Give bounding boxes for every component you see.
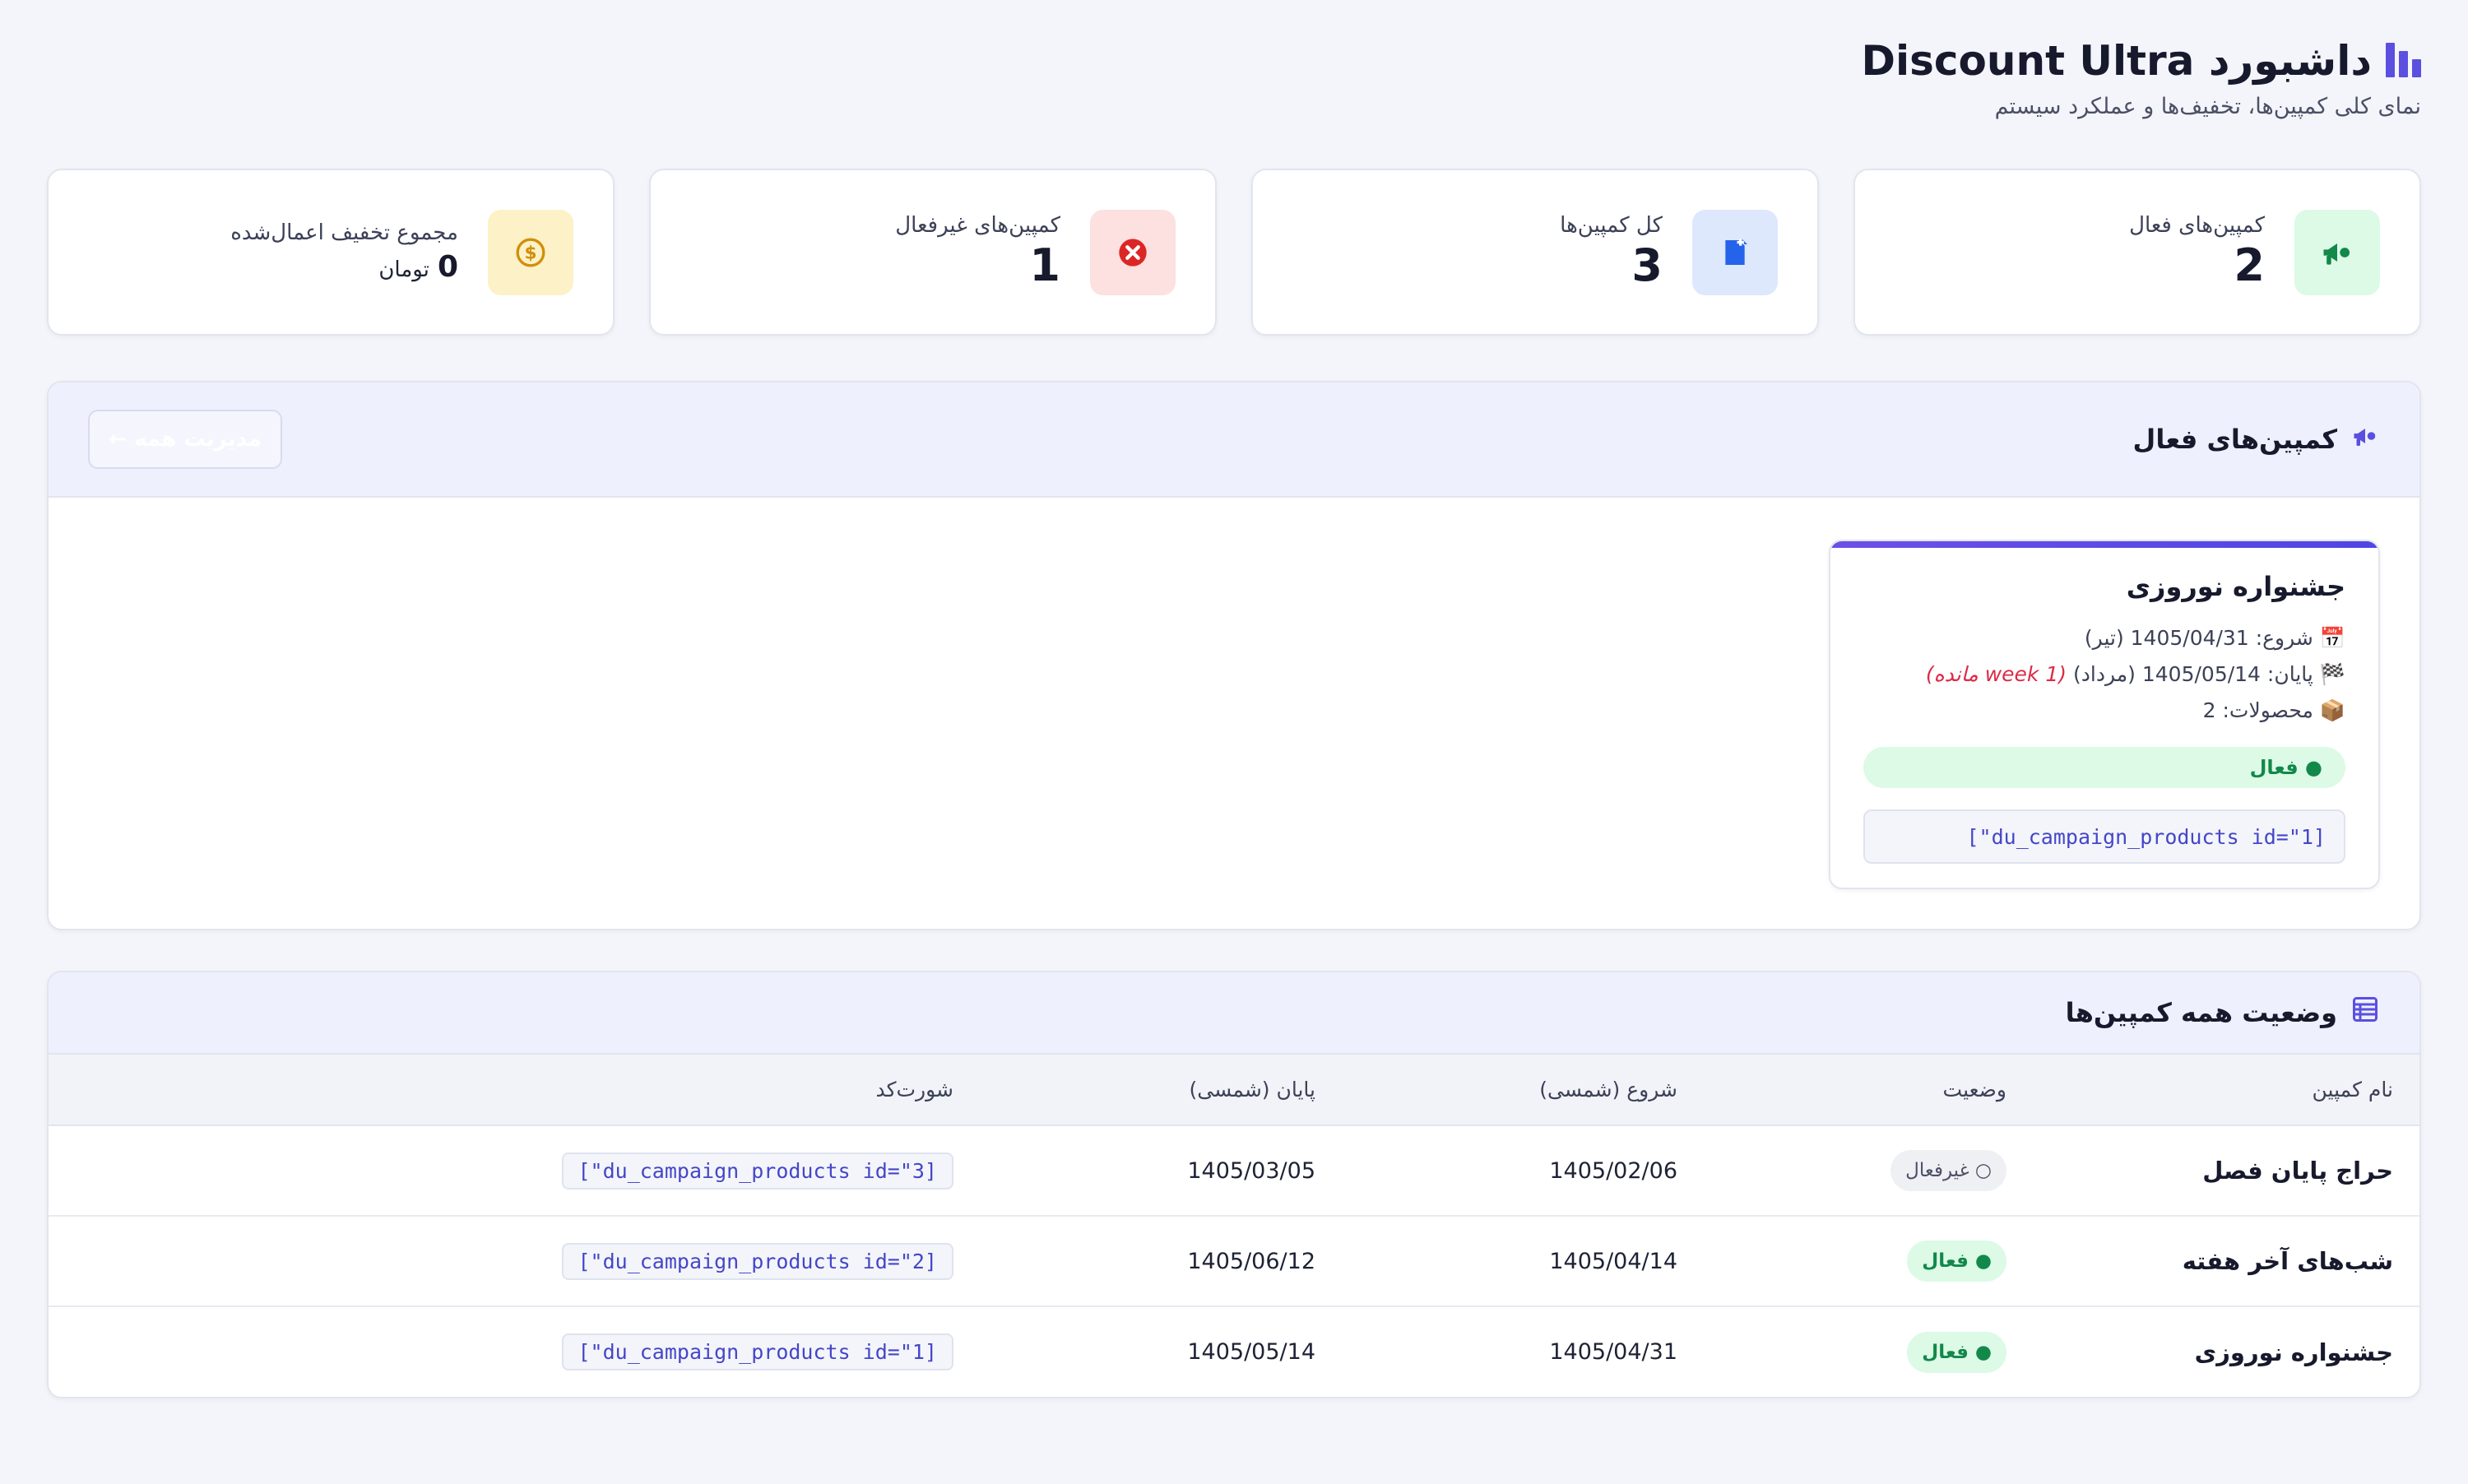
shortcode[interactable]: ["du_campaign_products id="2] [561, 1242, 953, 1280]
stat-card-inactive-campaigns: کمپین‌های غیرفعال 1 [649, 169, 1217, 336]
status-badge: ○ غیرفعال [1890, 1150, 2006, 1191]
start-date-cell: 1405/04/14 [1342, 1216, 1704, 1307]
campaign-start: 📅 شروع: 1405/04/31 (تیر) [1863, 620, 2345, 656]
card-accent-bar [1830, 541, 2378, 548]
column-header: شروع (شمسی) [1342, 1055, 1704, 1126]
svg-text:$: $ [524, 243, 536, 263]
campaign-name-cell: شب‌های آخر هفته [2033, 1216, 2419, 1307]
section-title: کمپین‌های فعال [2132, 424, 2337, 455]
shortcode-cell: ["du_campaign_products id="2] [49, 1216, 980, 1307]
section-title: وضعیت همه کمپین‌ها [2065, 997, 2337, 1028]
status-cell: ○ غیرفعال [1704, 1125, 2033, 1217]
shortcode-cell: ["du_campaign_products id="3] [49, 1125, 980, 1217]
close-circle-icon [1090, 209, 1176, 295]
page-subtitle: نمای کلی کمپین‌ها، تخفیف‌ها و عملکرد سیس… [1994, 94, 2421, 119]
stat-value: 0 [437, 250, 458, 284]
all-campaigns-panel: وضعیت همه کمپین‌ها نام کمپین وضعیت شروع … [47, 971, 2421, 1398]
stat-label: کل کمپین‌ها [1560, 212, 1663, 238]
campaign-end: 🏁 پایان: 1405/05/14 (مرداد) (1 week ماند… [1863, 656, 2345, 693]
dashboard-page: داشبورد Discount Ultra نمای کلی کمپین‌ها… [0, 0, 2468, 1484]
stat-label: کمپین‌های غیرفعال [895, 212, 1060, 238]
column-header: پایان (شمسی) [980, 1055, 1342, 1126]
campaigns-table: نام کمپین وضعیت شروع (شمسی) پایان (شمسی)… [49, 1055, 2419, 1397]
start-date-cell: 1405/02/06 [1342, 1125, 1704, 1217]
checkered-flag-icon: 🏁 [2319, 662, 2345, 686]
status-badge: ● فعال [1907, 1241, 2006, 1282]
column-header: شورت‌کد [49, 1055, 980, 1126]
stats-row: کمپین‌های فعال 2 کل کمپین‌ها 3 کمپین‌های… [47, 169, 2421, 336]
stat-label: مجموع تخفیف اعمال‌شده [230, 220, 458, 245]
column-header: نام کمپین [2033, 1055, 2419, 1126]
megaphone-icon [2350, 421, 2380, 457]
stat-value: 1 [1029, 239, 1060, 291]
shortcode[interactable]: ["du_campaign_products id="1] [561, 1333, 953, 1370]
table-row[interactable]: شب‌های آخر هفته ● فعال 1405/04/14 1405/0… [49, 1216, 2419, 1307]
stat-card-active-campaigns: کمپین‌های فعال 2 [1853, 169, 2421, 336]
column-header: وضعیت [1704, 1055, 2033, 1126]
start-date-cell: 1405/04/31 [1549, 1339, 1677, 1365]
status-cell: ● فعال [1704, 1216, 2033, 1307]
page-header: داشبورد Discount Ultra نمای کلی کمپین‌ها… [1861, 36, 2421, 119]
status-badge: ● فعال [1907, 1331, 2006, 1373]
campaign-products: 📦 محصولات: 2 [1863, 693, 2345, 729]
stat-card-total-campaigns: کل کمپین‌ها 3 [1251, 169, 1819, 336]
active-campaigns-panel: کمپین‌های فعال مدیریت همه ← جشنواره نورو… [47, 381, 2421, 930]
page-title: داشبورد Discount Ultra [1861, 37, 2372, 85]
document-icon [1692, 209, 1778, 295]
manage-all-button[interactable]: مدیریت همه ← [88, 410, 282, 469]
megaphone-icon [2294, 209, 2380, 295]
shortcode-box[interactable]: ["du_campaign_products id="1] [1863, 809, 2345, 864]
status-cell: ● فعال [1704, 1306, 2033, 1397]
table-list-icon [2350, 995, 2380, 1031]
end-date-cell: 1405/06/12 [980, 1216, 1342, 1307]
remaining-time: (1 week مانده) [1925, 662, 2067, 686]
stat-unit: تومان [378, 257, 429, 282]
table-row[interactable]: حراج پایان فصل ○ غیرفعال 1405/02/06 1405… [49, 1125, 2419, 1217]
campaign-name-cell: جشنواره نوروزی [2194, 1338, 2393, 1366]
package-icon: 📦 [2319, 698, 2345, 722]
dollar-coin-icon: $ [488, 209, 573, 295]
bar-chart-icon [2385, 43, 2421, 79]
campaign-name-cell: حراج پایان فصل [2033, 1125, 2419, 1217]
shortcode-cell: ["du_campaign_products id="1] [49, 1306, 980, 1397]
stat-card-total-discount: $ مجموع تخفیف اعمال‌شده 0 تومان [47, 169, 615, 336]
campaign-name: جشنواره نوروزی [2126, 571, 2345, 602]
panel-header: وضعیت همه کمپین‌ها [49, 972, 2419, 1055]
stat-value: 2 [2234, 239, 2265, 291]
end-date-cell: 1405/05/14 [1187, 1339, 1315, 1365]
campaign-card[interactable]: جشنواره نوروزی 📅 شروع: 1405/04/31 (تیر) … [1829, 540, 2380, 889]
table-row[interactable]: جشنواره نوروزی ● فعال 1405/04/31 1405/05… [49, 1306, 2419, 1397]
end-date-cell: 1405/03/05 [980, 1125, 1342, 1217]
stat-label: کمپین‌های فعال [2129, 212, 2265, 238]
table-header-row: نام کمپین وضعیت شروع (شمسی) پایان (شمسی)… [49, 1055, 2419, 1126]
panel-header: کمپین‌های فعال مدیریت همه ← [49, 383, 2419, 498]
shortcode[interactable]: ["du_campaign_products id="3] [561, 1152, 953, 1190]
stat-value: 3 [1631, 239, 1663, 291]
calendar-icon: 📅 [2319, 626, 2345, 650]
status-badge: ● فعال [1863, 747, 2345, 788]
